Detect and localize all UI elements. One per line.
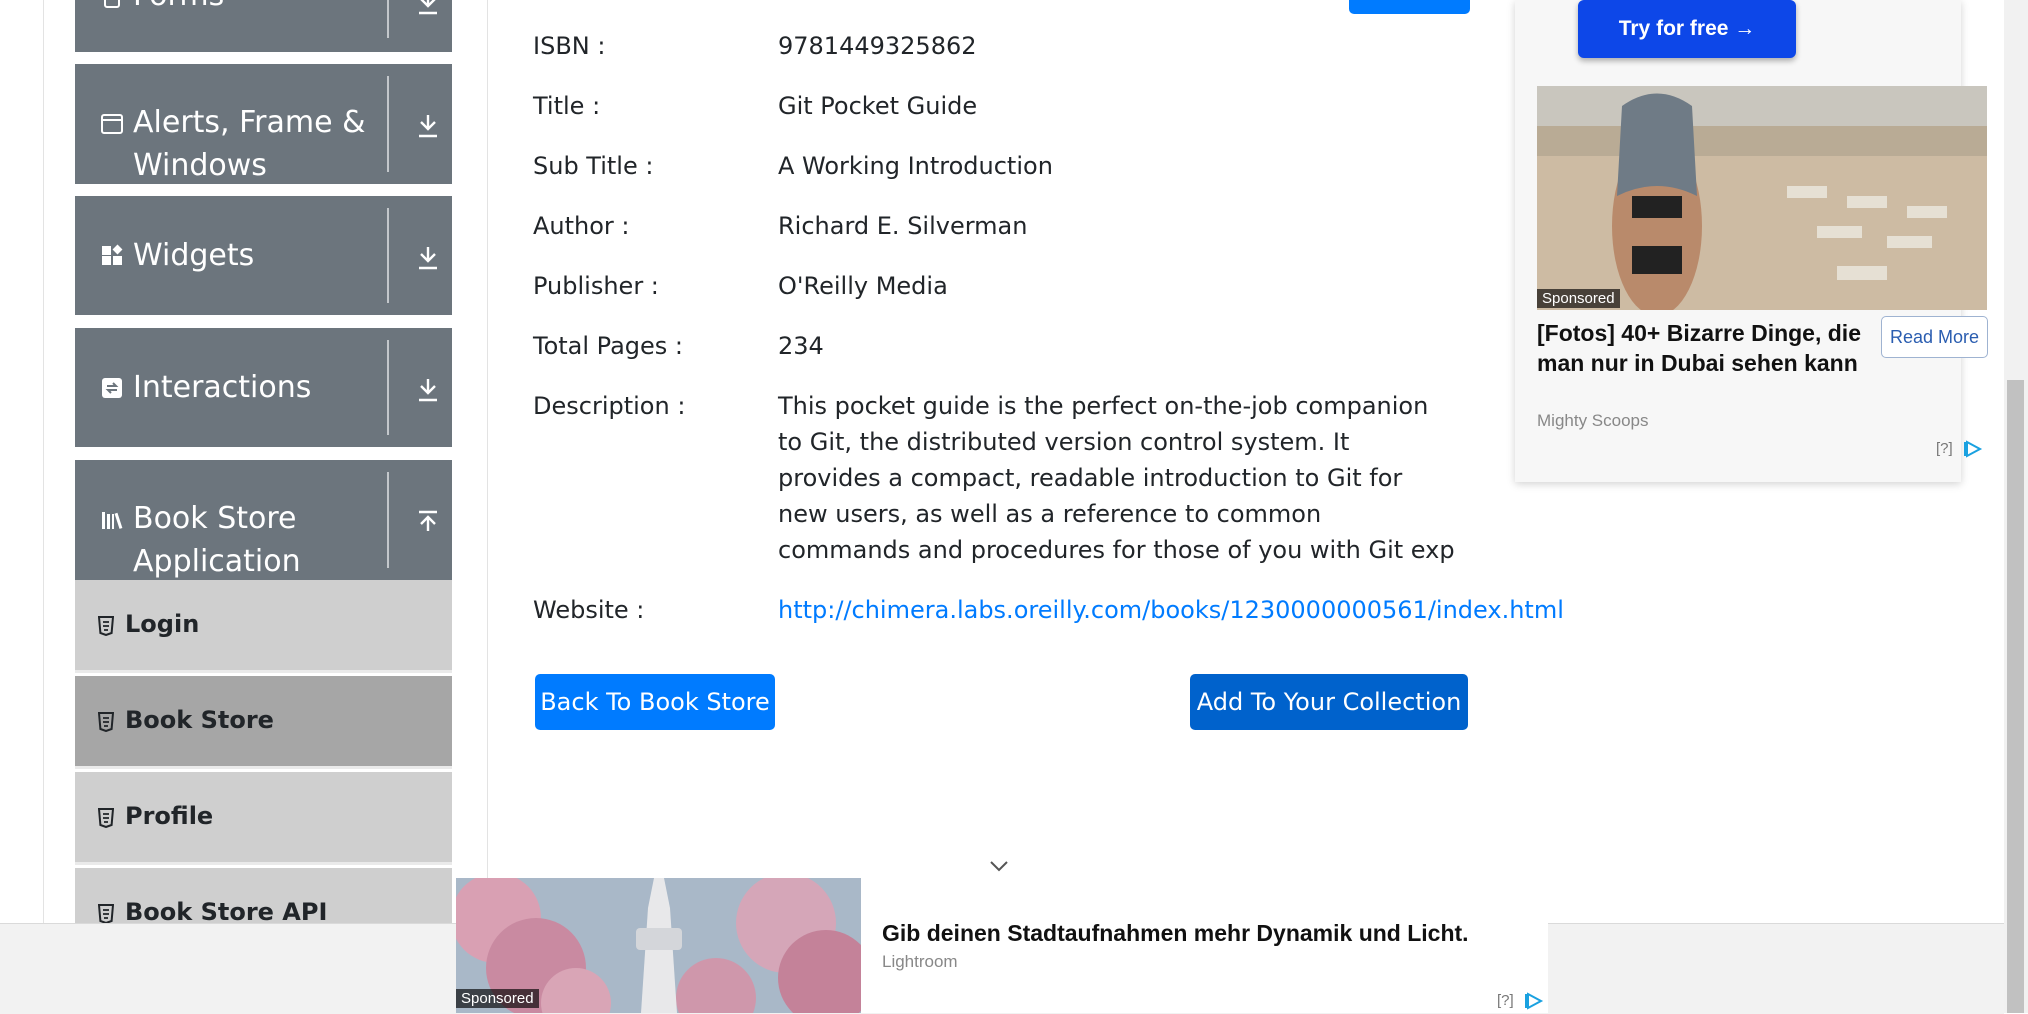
chevron-down-icon[interactable] [985,857,1013,875]
group-separator [387,0,389,38]
books-icon [102,512,123,529]
publisher-value: O'Reilly Media [778,272,948,300]
ad-image[interactable] [1537,86,1987,310]
sponsored-badge: Sponsored [1537,289,1620,308]
ad-source: Mighty Scoops [1537,411,1649,430]
ad-right: Try for free → Sponsored [Fotos] 40+ Biz… [1515,0,1988,482]
website-link[interactable]: http://chimera.labs.oreilly.com/books/12… [778,596,1564,624]
ad-headline[interactable]: [Fotos] 40+ Bizarre Dinge, die man nur i… [1537,318,1867,378]
try-for-free-button[interactable]: Try for free → [1578,0,1796,58]
publisher-label: Publisher : [533,272,659,300]
sidebar-group-alerts-frame-windows[interactable]: Alerts, Frame & Windows [75,64,452,184]
read-more-button[interactable]: Read More [1881,316,1988,358]
subtitle-value: A Working Introduction [778,152,1053,180]
back-to-book-store-button[interactable]: Back To Book Store [535,674,775,730]
isbn-value: 9781449325862 [778,32,977,60]
content-divider [487,0,488,925]
description-value: This pocket guide is the perfect on-the-… [778,392,1455,564]
scrollbar-thumb[interactable] [2007,380,2024,1013]
ad-help-link[interactable]: [?] [1497,992,1514,1009]
total-pages-label: Total Pages : [533,332,683,360]
ad-help-link[interactable]: [?] [1936,440,1953,457]
html5-icon [98,616,114,636]
html5-icon [98,712,114,732]
sidebar-item-book-store[interactable]: Book Store [75,676,452,769]
window-icon [101,114,123,134]
group-separator [387,340,389,435]
ad-source: Lightroom [882,952,958,971]
isbn-label: ISBN : [533,32,606,60]
sidebar-item-label: Profile [125,802,214,830]
title-value: Git Pocket Guide [778,92,978,120]
adchoices-icon[interactable] [1963,440,1983,458]
group-separator [387,76,389,172]
widgets-icon [102,244,123,265]
title-label: Title : [533,92,601,120]
interaction-icon [102,378,122,398]
ad-headline[interactable]: Gib deinen Stadtaufnahmen mehr Dynamik u… [882,920,1469,947]
chevron-down-icon[interactable] [413,375,443,405]
chevron-down-icon[interactable] [413,0,443,18]
website-label: Website : [533,596,645,624]
sidebar-group-widgets[interactable]: Widgets [75,196,452,315]
adchoices-icon[interactable] [1524,992,1544,1010]
login-button[interactable] [1349,0,1470,14]
author-label: Author : [533,212,630,240]
sidebar-item-label: Login [125,610,200,638]
total-pages-value: 234 [778,332,824,360]
author-value: Richard E. Silverman [778,212,1028,240]
subtitle-label: Sub Title : [533,152,654,180]
sidebar-item-profile[interactable]: Profile [75,772,452,865]
sidebar-group-interactions[interactable]: Interactions [75,328,452,447]
group-separator [387,472,389,568]
sidebar-group-book-store-application[interactable]: Book Store Application [75,460,452,580]
form-icon [104,0,120,8]
html5-icon [98,904,114,924]
sponsored-badge: Sponsored [456,989,539,1008]
sidebar-rail [43,0,44,925]
bottom-ad[interactable]: Sponsored Gib deinen Stadtaufnahmen mehr… [456,878,1548,1013]
chevron-down-icon[interactable] [413,243,443,273]
description-label: Description : [533,392,686,420]
sidebar-item-label: Book Store [125,706,274,734]
chevron-up-icon[interactable] [413,507,443,537]
chevron-down-icon[interactable] [413,111,443,141]
sidebar-item-login[interactable]: Login [75,580,452,673]
sidebar-group-forms[interactable]: Forms [75,0,452,52]
add-to-collection-button[interactable]: Add To Your Collection [1190,674,1468,730]
html5-icon [98,808,114,828]
sidebar-item-label: Book Store API [125,898,328,926]
group-separator [387,208,389,303]
website-field: http://chimera.labs.oreilly.com/books/12… [778,596,1564,624]
